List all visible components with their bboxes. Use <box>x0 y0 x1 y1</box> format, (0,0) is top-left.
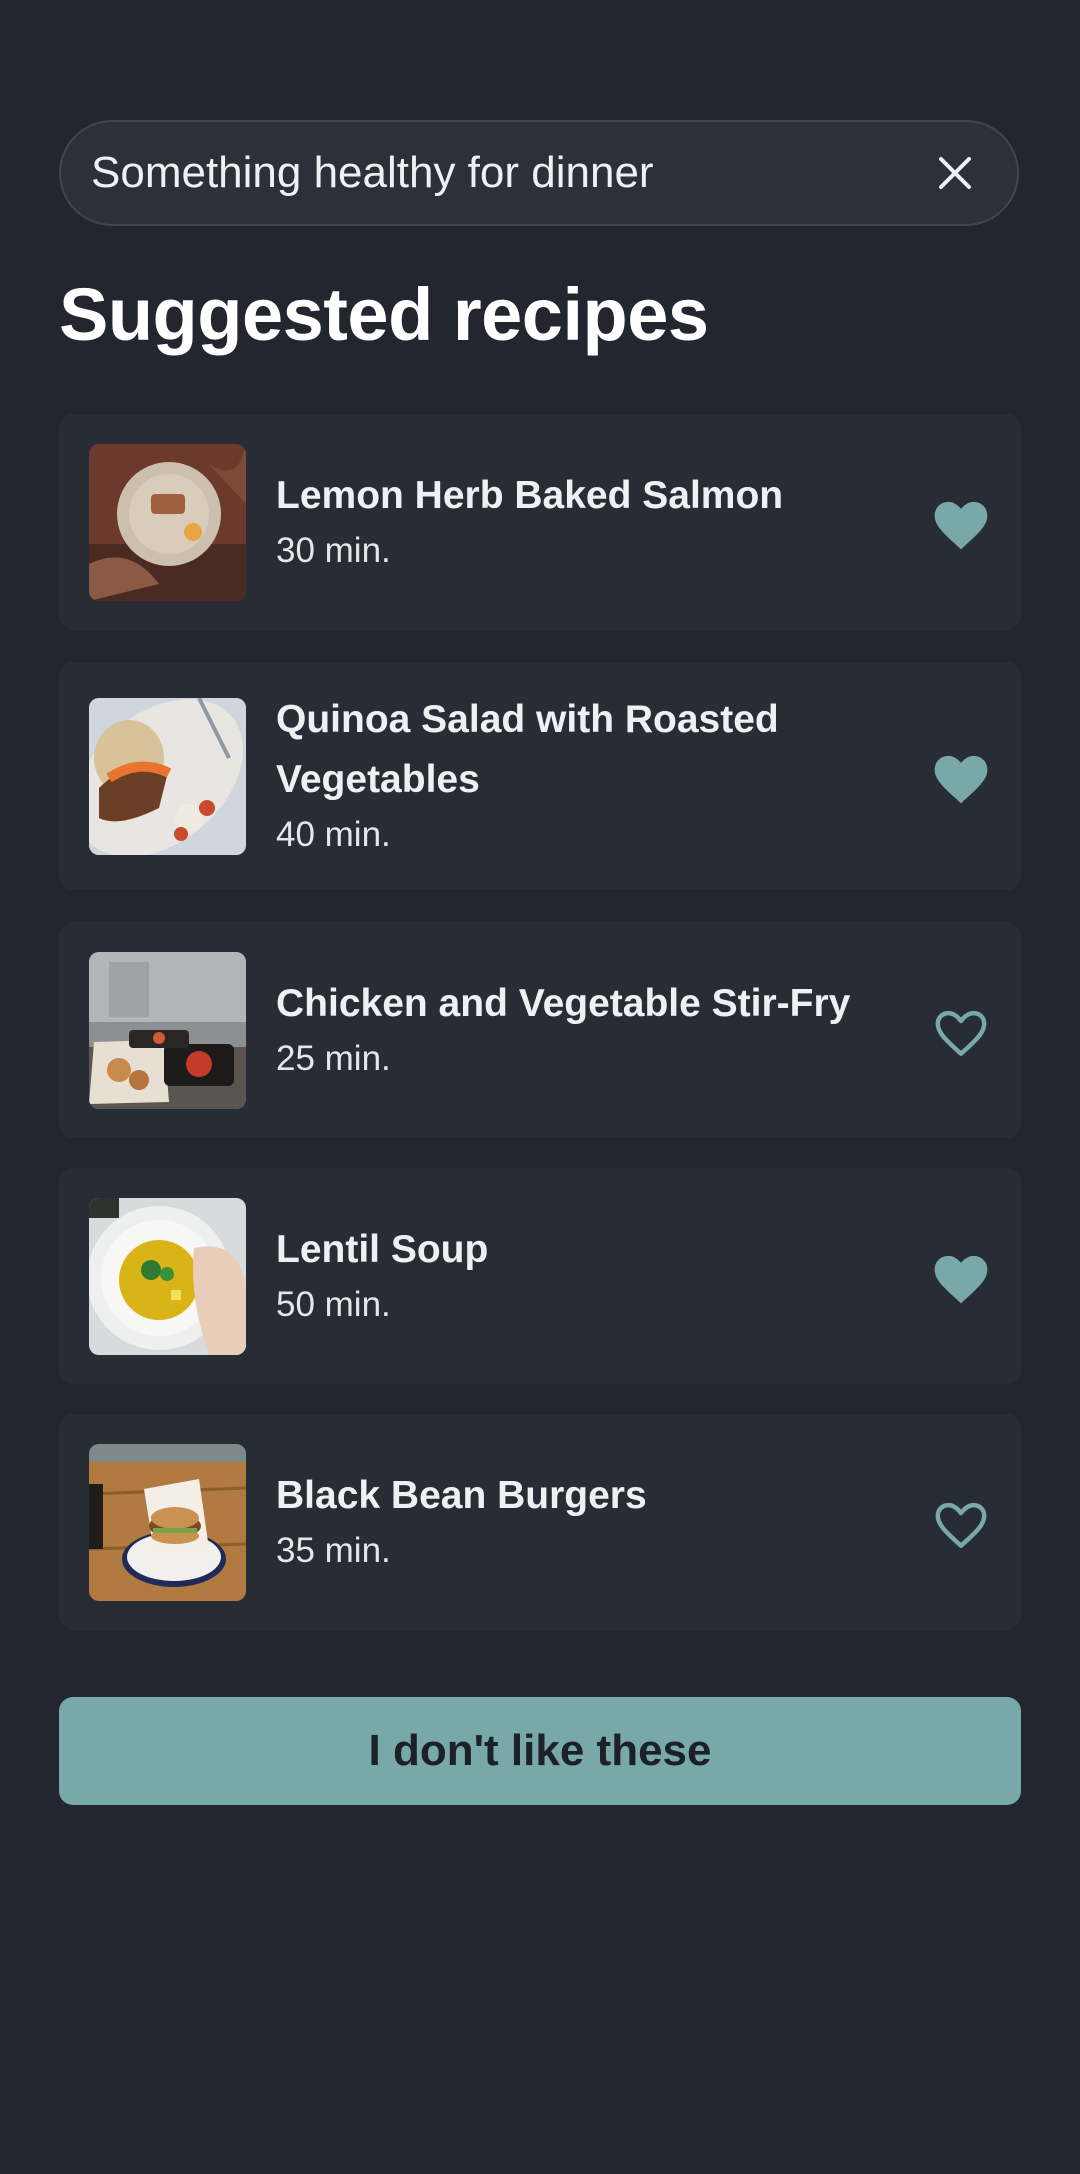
heart-outline-icon[interactable] <box>929 1002 993 1060</box>
recipe-name: Chicken and Vegetable Stir-Fry <box>276 982 851 1025</box>
recipe-time: 30 min. <box>276 531 391 570</box>
recipe-thumbnail <box>89 952 246 1109</box>
close-icon <box>939 157 971 189</box>
recipe-name: Quinoa Salad with Roasted Vegetables <box>276 698 779 801</box>
recipe-thumbnail <box>89 444 246 601</box>
recipe-thumbnail <box>89 1444 246 1601</box>
search-bar[interactable]: Something healthy for dinner <box>59 120 1019 226</box>
recipe-name: Lemon Herb Baked Salmon <box>276 474 784 517</box>
recipe-card[interactable]: Lemon Herb Baked Salmon 30 min. <box>59 414 1021 630</box>
recipe-name: Lentil Soup <box>276 1228 489 1271</box>
heart-outline-icon[interactable] <box>929 1494 993 1552</box>
recipe-time: 40 min. <box>276 815 391 854</box>
heart-filled-icon[interactable] <box>929 494 993 552</box>
recipe-card[interactable]: Lentil Soup 50 min. <box>59 1168 1021 1384</box>
page-title: Suggested recipes <box>59 273 709 356</box>
recipe-card[interactable]: Quinoa Salad with Roasted Vegetables 40 … <box>59 662 1021 890</box>
recipe-name: Black Bean Burgers <box>276 1474 647 1517</box>
recipe-time: 25 min. <box>276 1039 391 1078</box>
clear-search-button[interactable] <box>923 141 987 205</box>
recipe-time: 35 min. <box>276 1531 391 1570</box>
recipe-thumbnail <box>89 1198 246 1355</box>
recipe-card[interactable]: Chicken and Vegetable Stir-Fry 25 min. <box>59 922 1021 1138</box>
dislike-recipes-button[interactable]: I don't like these <box>59 1697 1021 1805</box>
recipe-time: 50 min. <box>276 1285 391 1324</box>
search-input[interactable]: Something healthy for dinner <box>91 148 923 198</box>
recipe-thumbnail <box>89 698 246 855</box>
heart-filled-icon[interactable] <box>929 1248 993 1306</box>
recipe-card[interactable]: Black Bean Burgers 35 min. <box>59 1414 1021 1630</box>
heart-filled-icon[interactable] <box>929 748 993 806</box>
